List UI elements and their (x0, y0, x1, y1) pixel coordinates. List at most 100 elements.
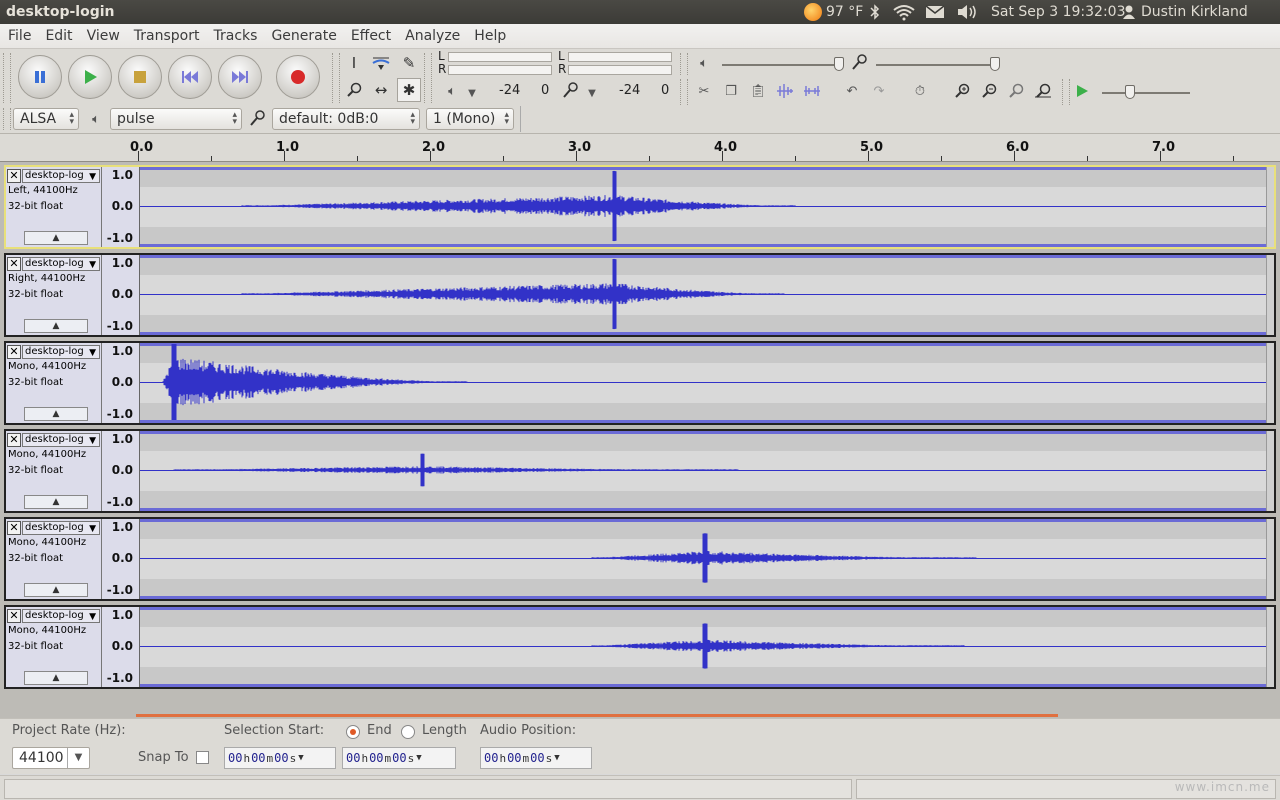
play-speed-knob[interactable] (1125, 85, 1135, 99)
weather-indicator[interactable]: 97 °F (804, 0, 863, 24)
selection-tool-icon[interactable]: I (342, 51, 366, 75)
record-meter-left[interactable] (568, 52, 672, 62)
track-control-panel[interactable]: ✕ desktop-log ▼ Right, 44100Hz 32-bit float ▲ (6, 255, 102, 335)
play-at-speed-icon[interactable] (1070, 80, 1094, 102)
selection-start-time[interactable]: 00 h 00 m 00 s ▼ (224, 747, 336, 769)
vertical-scale[interactable]: 1.0 0.0 -1.0 (102, 519, 140, 599)
fit-project-icon[interactable] (1031, 80, 1055, 102)
snap-to-checkbox[interactable] (196, 751, 209, 764)
waveform[interactable] (140, 519, 1270, 599)
toolbar-grip[interactable] (1062, 79, 1070, 105)
toolbar-grip[interactable] (680, 79, 688, 105)
chevron-down-icon[interactable]: ▼ (460, 82, 484, 104)
vertical-scale[interactable]: 1.0 0.0 -1.0 (102, 607, 140, 687)
menu-generate[interactable]: Generate (264, 28, 343, 44)
track-name-button[interactable]: desktop-log ▼ (22, 521, 100, 535)
waveform[interactable] (140, 255, 1270, 335)
audio-track[interactable]: ✕ desktop-log ▼ Left, 44100Hz 32-bit float ▲ 1… (4, 165, 1276, 249)
track-name-button[interactable]: desktop-log ▼ (22, 609, 100, 623)
draw-tool-icon[interactable]: ✎ (397, 51, 421, 75)
close-icon[interactable]: ✕ (7, 169, 21, 183)
chevron-down-icon[interactable]: ▼ (580, 82, 604, 104)
record-meter-right[interactable] (568, 65, 672, 75)
paste-icon[interactable]: 📋︎ (746, 80, 770, 102)
track-name-button[interactable]: desktop-log ▼ (22, 433, 100, 447)
close-icon[interactable]: ✕ (7, 433, 21, 447)
close-icon[interactable]: ✕ (7, 345, 21, 359)
menu-effect[interactable]: Effect (344, 28, 398, 44)
menu-edit[interactable]: Edit (38, 28, 79, 44)
close-icon[interactable]: ✕ (7, 609, 21, 623)
length-radio[interactable] (401, 725, 415, 739)
copy-icon[interactable]: ❐ (719, 80, 743, 102)
collapse-button[interactable]: ▲ (24, 407, 88, 421)
selection-end-time[interactable]: 00 h 00 m 00 s ▼ (342, 747, 456, 769)
close-icon[interactable]: ✕ (7, 521, 21, 535)
track-control-panel[interactable]: ✕ desktop-log ▼ Mono, 44100Hz 32-bit float ▲ (6, 519, 102, 599)
playback-meter-right[interactable] (448, 65, 552, 75)
multi-tool-icon[interactable]: ✱ (397, 78, 421, 102)
sync-lock-icon[interactable]: ⏱︎ (908, 80, 932, 102)
envelope-tool-icon[interactable] (369, 51, 393, 75)
redo-icon[interactable]: ↷ (867, 80, 891, 102)
menu-file[interactable]: File (0, 28, 38, 44)
track-control-panel[interactable]: ✕ desktop-log ▼ Left, 44100Hz 32-bit float ▲ (6, 167, 102, 247)
end-radio[interactable] (346, 725, 360, 739)
chevron-down-icon[interactable]: ▼ (67, 748, 89, 768)
waveform[interactable] (140, 343, 1270, 423)
recording-volume-slider[interactable] (876, 64, 998, 66)
zoom-in-icon[interactable] (950, 80, 974, 102)
undo-icon[interactable]: ↶ (840, 80, 864, 102)
menu-view[interactable]: View (80, 28, 127, 44)
audio-track[interactable]: ✕ desktop-log ▼ Right, 44100Hz 32-bit float ▲… (4, 253, 1276, 337)
timeline-ruler[interactable]: 0.0 1.0 2.0 3.0 4.0 5.0 6.0 7.0 (0, 134, 1280, 162)
trim-icon[interactable] (773, 80, 797, 102)
playback-volume-knob[interactable] (834, 57, 844, 71)
toolbar-grip[interactable] (3, 108, 11, 130)
fit-selection-icon[interactable] (1004, 80, 1028, 102)
vertical-scale[interactable]: 1.0 0.0 -1.0 (102, 431, 140, 511)
timeshift-tool-icon[interactable]: ↔ (369, 78, 393, 102)
menu-transport[interactable]: Transport (127, 28, 207, 44)
menu-analyze[interactable]: Analyze (398, 28, 467, 44)
bluetooth-icon[interactable] (868, 0, 882, 24)
cut-icon[interactable]: ✂ (692, 80, 716, 102)
vertical-scale[interactable]: 1.0 0.0 -1.0 (102, 343, 140, 423)
track-name-button[interactable]: desktop-log ▼ (22, 169, 100, 183)
vertical-scale[interactable]: 1.0 0.0 -1.0 (102, 255, 140, 335)
collapse-button[interactable]: ▲ (24, 671, 88, 685)
play-button[interactable] (68, 55, 112, 99)
menu-tracks[interactable]: Tracks (207, 28, 265, 44)
input-device-select[interactable]: default: 0dB:0 ▴ ▾ (272, 108, 420, 130)
recording-volume-knob[interactable] (990, 57, 1000, 71)
audio-track[interactable]: ✕ desktop-log ▼ Mono, 44100Hz 32-bit float ▲ 1… (4, 517, 1276, 601)
audio-position-time[interactable]: 00 h 00 m 00 s ▼ (480, 747, 592, 769)
record-button[interactable] (276, 55, 320, 99)
track-name-button[interactable]: desktop-log ▼ (22, 345, 100, 359)
track-name-button[interactable]: desktop-log ▼ (22, 257, 100, 271)
clock[interactable]: Sat Sep 3 19:32:03 (991, 0, 1125, 24)
playback-volume-slider[interactable] (722, 64, 844, 66)
track-control-panel[interactable]: ✕ desktop-log ▼ Mono, 44100Hz 32-bit float ▲ (6, 343, 102, 423)
audio-track[interactable]: ✕ desktop-log ▼ Mono, 44100Hz 32-bit float ▲ 1… (4, 341, 1276, 425)
skip-start-button[interactable] (168, 55, 212, 99)
microphone-icon[interactable] (558, 80, 582, 102)
waveform[interactable] (140, 431, 1270, 511)
skip-end-button[interactable] (218, 55, 262, 99)
toolbar-grip[interactable] (3, 53, 11, 103)
mail-icon[interactable] (925, 0, 945, 24)
volume-icon[interactable] (956, 0, 980, 24)
vertical-scale[interactable]: 1.0 0.0 -1.0 (102, 167, 140, 247)
toolbar-grip[interactable] (424, 53, 432, 103)
play-speed-slider[interactable] (1102, 92, 1190, 94)
input-channels-select[interactable]: 1 (Mono) ▴ ▾ (426, 108, 514, 130)
zoom-out-icon[interactable] (977, 80, 1001, 102)
audio-host-select[interactable]: ALSA ▴ ▾ (13, 108, 79, 130)
menu-help[interactable]: Help (467, 28, 513, 44)
pause-button[interactable] (18, 55, 62, 99)
toolbar-grip[interactable] (332, 53, 340, 103)
user-menu[interactable]: Dustin Kirkland (1122, 0, 1248, 24)
track-control-panel[interactable]: ✕ desktop-log ▼ Mono, 44100Hz 32-bit float ▲ (6, 431, 102, 511)
audio-track[interactable]: ✕ desktop-log ▼ Mono, 44100Hz 32-bit float ▲ 1… (4, 429, 1276, 513)
project-rate-select[interactable]: 44100 ▼ (12, 747, 90, 769)
